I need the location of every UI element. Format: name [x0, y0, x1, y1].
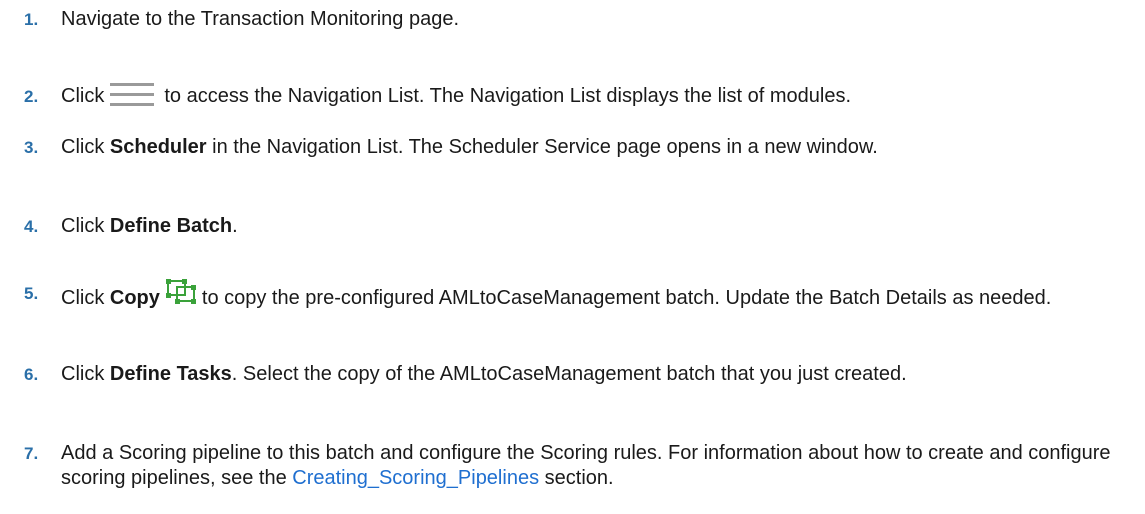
procedure-steps: 1. Navigate to the Transaction Monitorin… [0, 0, 1145, 514]
step-text: Click [61, 363, 110, 385]
ui-term: Copy [109, 287, 160, 309]
step-text: to access the Navigation List. The Navig… [164, 85, 851, 107]
copy-icon [165, 275, 196, 305]
step-number: 1. [24, 10, 39, 29]
step-text: Navigate to the Transaction Monitoring p… [61, 8, 460, 30]
step-number: 4. [24, 217, 39, 236]
step-text: to copy the pre-configured AMLtoCaseMana… [201, 287, 1052, 309]
step-text: . Select the copy of the AMLtoCaseManage… [231, 363, 907, 385]
ui-term: Define Batch [109, 215, 233, 237]
step-text: Click [61, 85, 105, 107]
step-number: 3. [24, 138, 39, 157]
step-number: 5. [24, 284, 39, 303]
step-text: . [232, 215, 238, 237]
step-text: section. [539, 467, 614, 489]
step-text: Click [61, 136, 110, 158]
step-text: Click [61, 215, 110, 237]
hamburger-menu-icon [110, 83, 155, 106]
ui-term: Define Tasks [109, 363, 232, 385]
step-number: 2. [24, 87, 39, 106]
step-number: 6. [24, 365, 39, 384]
step-text: in the Navigation List. The Scheduler Se… [206, 136, 878, 158]
step-number: 7. [24, 444, 39, 463]
step-text: Click [61, 287, 110, 309]
ui-term: Scheduler [109, 136, 207, 158]
creating-scoring-pipelines-link[interactable]: Creating_Scoring_Pipelines [292, 467, 539, 489]
